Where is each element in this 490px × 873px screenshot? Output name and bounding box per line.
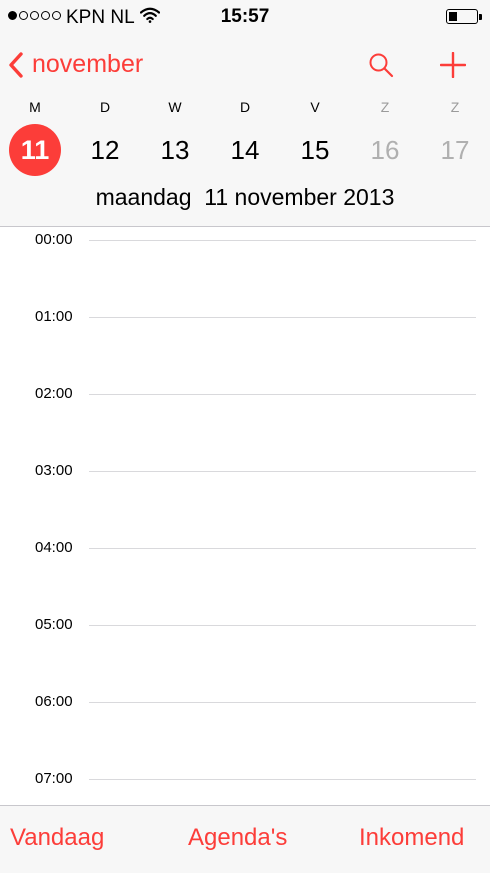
battery-icon xyxy=(446,9,482,24)
battery-level-fill xyxy=(449,12,457,21)
day-cell[interactable]: 17 xyxy=(429,124,481,176)
day-cell[interactable]: 14 xyxy=(219,124,271,176)
hour-divider xyxy=(89,625,476,626)
back-button-label: november xyxy=(32,50,144,78)
weekday-label: M xyxy=(29,99,41,115)
calendars-button[interactable]: Agenda's xyxy=(188,824,287,852)
week-date-row: 11 12 13 14 15 16 17 xyxy=(0,124,490,176)
bottom-toolbar: Vandaag Agenda's Inkomend xyxy=(0,805,490,873)
day-cell-selected[interactable]: 11 xyxy=(9,124,61,176)
hour-divider xyxy=(89,779,476,780)
day-cell[interactable]: 16 xyxy=(359,124,411,176)
day-timeline[interactable]: 00:00 01:00 02:00 03:00 04:00 05:00 06:0… xyxy=(0,227,490,805)
hour-divider xyxy=(89,240,476,241)
hour-label: 06:00 xyxy=(35,693,73,710)
hour-label: 01:00 xyxy=(35,308,73,325)
back-to-month-button[interactable]: november xyxy=(8,50,143,79)
hour-divider xyxy=(89,548,476,549)
weekday-label: W xyxy=(168,99,182,115)
day-cell[interactable]: 12 xyxy=(79,124,131,176)
hour-label: 04:00 xyxy=(35,539,73,556)
inbox-button[interactable]: Inkomend xyxy=(359,824,464,852)
hour-divider xyxy=(89,702,476,703)
hour-label: 00:00 xyxy=(35,231,73,248)
day-cell[interactable]: 15 xyxy=(289,124,341,176)
hour-divider xyxy=(89,394,476,395)
day-cell[interactable]: 13 xyxy=(149,124,201,176)
hour-row: 01:00 xyxy=(0,307,490,327)
hour-label: 05:00 xyxy=(35,616,73,633)
battery-tip xyxy=(479,14,482,20)
chevron-left-icon xyxy=(9,51,23,78)
status-bar: KPN NL 15:57 xyxy=(0,0,490,34)
hour-row: 02:00 xyxy=(0,384,490,404)
search-button[interactable] xyxy=(368,52,394,83)
hour-row: 06:00 xyxy=(0,692,490,712)
plus-icon xyxy=(439,51,467,79)
hour-label: 07:00 xyxy=(35,770,73,787)
hour-divider xyxy=(89,317,476,318)
weekday-label: Z xyxy=(450,99,460,115)
weekday-label: Z xyxy=(380,99,390,115)
selected-date-title: maandag 11 november 2013 xyxy=(95,184,395,210)
hour-row: 03:00 xyxy=(0,461,490,481)
hour-divider xyxy=(89,471,476,472)
calendar-header: KPN NL 15:57 november M D W D V Z Z 11 1… xyxy=(0,0,490,227)
weekday-label: D xyxy=(99,99,111,115)
hour-row: 05:00 xyxy=(0,615,490,635)
navigation-bar: november xyxy=(0,40,490,92)
search-icon xyxy=(369,53,394,78)
hour-row: 07:00 xyxy=(0,769,490,789)
hour-label: 03:00 xyxy=(35,462,73,479)
today-button[interactable]: Vandaag xyxy=(10,824,104,852)
weekday-label: V xyxy=(310,99,320,115)
weekday-label: D xyxy=(239,99,251,115)
hour-row: 04:00 xyxy=(0,538,490,558)
hour-label: 02:00 xyxy=(35,385,73,402)
hour-row: 00:00 xyxy=(0,230,490,250)
status-time: 15:57 xyxy=(220,6,270,27)
weekday-header-row: M D W D V Z Z xyxy=(0,99,490,117)
add-event-button[interactable] xyxy=(439,51,467,83)
